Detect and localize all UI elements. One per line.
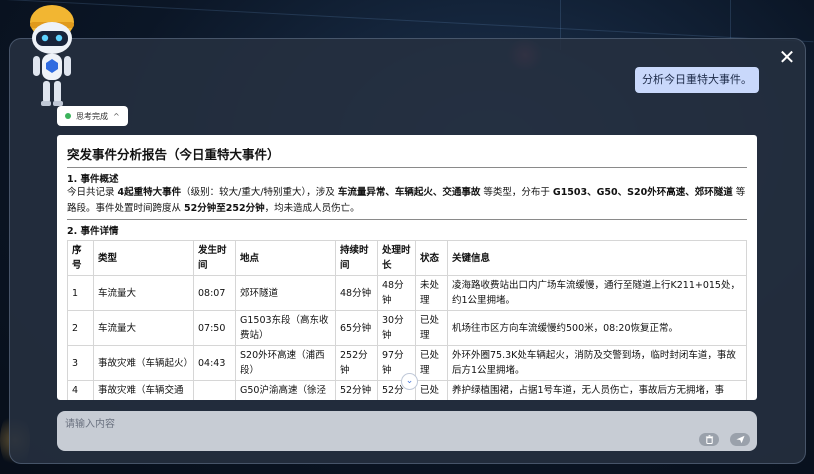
table-header-row: 序号 类型 发生时间 地点 持续时间 处理时长 状态 关键信息	[67, 240, 747, 276]
table-header-cell: 状态	[415, 240, 448, 276]
table-header-cell: 类型	[93, 240, 194, 276]
status-dot-icon	[65, 113, 71, 119]
thinking-label: 思考完成	[76, 111, 108, 121]
table-cell: 30分钟	[377, 310, 416, 346]
table-header-cell: 持续时间	[335, 240, 378, 276]
table-cell: 04:43	[193, 345, 236, 381]
table-cell: 1	[67, 275, 94, 311]
table-cell: G50沪渝高速（徐泾	[235, 380, 336, 400]
table-header-cell: 序号	[67, 240, 94, 276]
table-cell: 车流量大	[93, 275, 194, 311]
table-cell: 事故灾难（车辆起火）	[93, 345, 194, 381]
table-cell: 2	[67, 310, 94, 346]
table-header-cell: 地点	[235, 240, 336, 276]
overview-highlight: 52分钟至252分钟	[184, 203, 265, 214]
overview-highlight: 4起重特大事件	[117, 187, 182, 198]
table-cell: 已处理	[415, 310, 448, 346]
section-heading-overview: 1. 事件概述	[67, 174, 119, 185]
overview-paragraph: 今日共记录 4起重特大事件（级别：较大/重大/特别重大），涉及 车流量异常、车辆…	[67, 185, 747, 220]
table-header-cell: 处理时长	[377, 240, 416, 276]
table-cell: 已处理	[415, 345, 448, 381]
table-cell: 52分钟	[335, 380, 378, 400]
table-row: 2 车流量大 07:50 G1503东段（高东收费站） 65分钟 30分钟 已处理 机场往市区…	[67, 310, 747, 346]
table-cell: 已处	[415, 380, 448, 400]
table-cell: 车流量大	[93, 310, 194, 346]
overview-text: ，均未造成人员伤亡。	[264, 203, 360, 214]
robot-mascot-icon	[30, 5, 74, 106]
overview-text: （级别：较大/重大/特别重大），涉及	[181, 187, 338, 198]
scroll-down-button[interactable]: ⌄	[401, 373, 418, 390]
overview-highlight: G1503、G50、S20外环高速、郊环隧道	[552, 187, 733, 198]
table-cell: 未处理	[415, 275, 448, 311]
user-message-bubble: 分析今日重特大事件。	[635, 67, 759, 93]
send-icon	[735, 435, 745, 444]
table-cell: 机场往市区方向车流缓慢约500米，08:20恢复正常。	[447, 310, 747, 346]
table-cell: 养护绿植围裙，占据1号车道，无人员伤亡，事故后方无拥堵，事	[447, 380, 747, 400]
overview-highlight: 车流量异常、车辆起火、交通事故	[337, 187, 481, 198]
report-title: 突发事件分析报告（今日重特大事件）	[67, 141, 747, 168]
table-header-cell: 关键信息	[447, 240, 747, 276]
table-cell: 08:07	[193, 275, 236, 311]
send-button[interactable]	[730, 433, 750, 446]
trash-icon	[705, 435, 713, 444]
section-heading-details: 2. 事件详情	[67, 226, 119, 237]
table-cell: 48分钟	[335, 275, 378, 311]
chevron-up-icon: ^	[113, 111, 120, 121]
table-header-cell: 发生时间	[193, 240, 236, 276]
table-cell: 郊环隧道	[235, 275, 336, 311]
table-cell: 外环外圈75.3K处车辆起火，消防及交警到场，临时封闭车道，事故后方1公里拥堵。	[447, 345, 747, 381]
table-cell: 65分钟	[335, 310, 378, 346]
input-bar	[57, 411, 757, 451]
table-cell: 3	[67, 345, 94, 381]
table-cell: G1503东段（高东收费站）	[235, 310, 336, 346]
clear-button[interactable]	[699, 433, 719, 446]
table-cell	[193, 380, 236, 400]
overview-text: 今日共记录	[67, 187, 118, 198]
table-cell: 07:50	[193, 310, 236, 346]
close-button[interactable]: ✕	[778, 47, 796, 67]
thinking-status-toggle[interactable]: 思考完成 ^	[57, 106, 128, 126]
table-cell: 4	[67, 380, 94, 400]
table-cell: 凌海路收费站出口内广场车流缓慢，通行至隧道上行K211+015处，约1公里拥堵。	[447, 275, 747, 311]
table-cell: 252分钟	[335, 345, 378, 381]
report-card[interactable]: 突发事件分析报告（今日重特大事件） 1. 事件概述 今日共记录 4起重特大事件（…	[57, 135, 757, 400]
overview-text: 等类型，分布于	[480, 187, 553, 198]
table-cell: 事故灾难（车辆交通	[93, 380, 194, 400]
table-cell: 48分钟	[377, 275, 416, 311]
table-cell: S20外环高速（浦西段）	[235, 345, 336, 381]
message-input[interactable]	[63, 414, 667, 434]
table-row: 1 车流量大 08:07 郊环隧道 48分钟 48分钟 未处理 凌海路收费站出口内广场车流缓慢…	[67, 275, 747, 311]
